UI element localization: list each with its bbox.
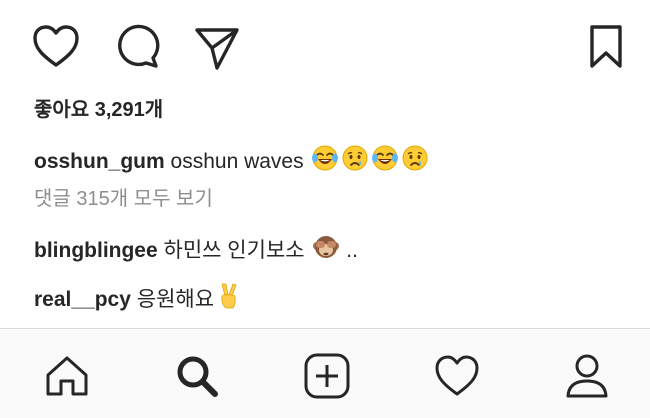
comment-text: 응원해요 bbox=[136, 288, 215, 311]
comment-row: real__pcy 응원해요 bbox=[34, 282, 240, 314]
comment-suffix: .. bbox=[346, 239, 358, 262]
likes-count[interactable]: 좋아요 3,291개 bbox=[34, 97, 163, 123]
comment-text: 하민쓰 인기보소 bbox=[163, 239, 305, 262]
crying-face-icon bbox=[401, 144, 429, 172]
face-with-tears-of-joy-icon bbox=[371, 144, 399, 172]
comment-username[interactable]: real__pcy bbox=[34, 288, 131, 311]
caption-username[interactable]: osshun_gum bbox=[34, 150, 165, 173]
comment-row: blingblingee 하민쓰 인기보소 .. bbox=[34, 233, 358, 265]
profile-icon[interactable] bbox=[562, 351, 612, 401]
post-footer: 좋아요 3,291개 osshun_gum osshun waves 댓글 31… bbox=[0, 0, 650, 418]
crying-face-icon bbox=[341, 144, 369, 172]
activity-icon[interactable] bbox=[432, 351, 482, 401]
victory-hand-icon bbox=[216, 282, 240, 310]
view-all-comments-link[interactable]: 댓글 315개 모두 보기 bbox=[34, 186, 213, 212]
face-with-tears-of-joy-icon bbox=[311, 144, 339, 172]
search-icon[interactable] bbox=[172, 351, 222, 401]
comment-username[interactable]: blingblingee bbox=[34, 239, 158, 262]
home-icon[interactable] bbox=[42, 351, 92, 401]
caption-text: osshun waves bbox=[170, 150, 304, 173]
heart-icon[interactable] bbox=[32, 24, 80, 68]
post-caption: osshun_gum osshun waves bbox=[34, 144, 429, 176]
post-actions-bar bbox=[0, 0, 650, 90]
bookmark-icon[interactable] bbox=[588, 24, 624, 70]
see-no-evil-monkey-icon bbox=[312, 233, 340, 261]
new-post-icon[interactable] bbox=[302, 351, 352, 401]
comment-icon[interactable] bbox=[113, 22, 161, 70]
share-icon[interactable] bbox=[193, 24, 241, 72]
bottom-tab-bar bbox=[0, 328, 650, 418]
